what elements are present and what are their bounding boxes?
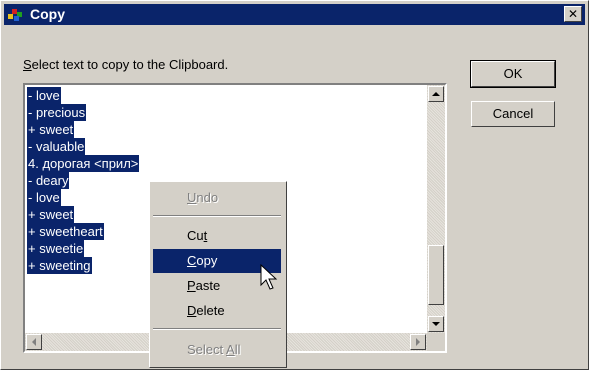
text-line[interactable]: + sweetheart: [27, 223, 104, 240]
arrow-left-icon: [32, 338, 36, 346]
app-icon: [8, 9, 22, 21]
instruction-text: elect text to copy to the Clipboard.: [31, 57, 229, 72]
scroll-thumb[interactable]: [428, 245, 444, 305]
arrow-right-icon: [416, 338, 420, 346]
vertical-scrollbar[interactable]: [427, 85, 445, 333]
menu-mnemonic: t: [203, 228, 208, 243]
instruction-mnemonic: S: [23, 57, 32, 72]
window-title: Copy: [30, 6, 65, 22]
instruction-label: Select text to copy to the Clipboard.: [23, 57, 228, 72]
text-line[interactable]: 4. дорогая <прил>: [27, 155, 140, 172]
text-line[interactable]: + sweetie: [27, 240, 85, 257]
text-line[interactable]: - deary: [27, 172, 70, 189]
ok-button[interactable]: OK: [470, 60, 556, 88]
text-line[interactable]: - love: [27, 87, 61, 104]
menu-label-post: aste: [195, 278, 221, 293]
menu-label-post: opy: [196, 253, 218, 268]
menu-label-post: ndo: [196, 190, 219, 205]
menu-separator: [153, 215, 281, 217]
scroll-left-button[interactable]: [26, 334, 42, 350]
menu-item-undo[interactable]: Undo: [153, 186, 281, 210]
menu-mnemonic: A: [226, 342, 235, 357]
copy-dialog: Copy ✕ Select text to copy to the Clipbo…: [0, 0, 589, 370]
text-line[interactable]: + sweet: [27, 206, 75, 223]
close-button[interactable]: ✕: [564, 6, 582, 22]
title-bar[interactable]: Copy ✕: [4, 4, 585, 25]
close-icon: ✕: [567, 7, 579, 21]
menu-mnemonic: D: [187, 303, 197, 318]
arrow-down-icon: [432, 322, 440, 326]
menu-label-pre: Cu: [187, 228, 204, 243]
text-line[interactable]: + sweeting: [27, 257, 92, 274]
text-line[interactable]: - precious: [27, 104, 87, 121]
menu-label-post: ll: [234, 342, 241, 357]
scroll-down-button[interactable]: [428, 316, 444, 332]
menu-item-cut[interactable]: Cut: [153, 224, 281, 248]
menu-item-select-all[interactable]: Select All: [153, 338, 281, 362]
scroll-up-button[interactable]: [428, 86, 444, 102]
text-line[interactable]: - love: [27, 189, 61, 206]
cancel-button[interactable]: Cancel: [471, 101, 555, 127]
scroll-corner: [427, 333, 445, 351]
scroll-right-button[interactable]: [410, 334, 426, 350]
menu-mnemonic: P: [187, 278, 196, 293]
menu-label-pre: Select: [187, 342, 227, 357]
mouse-cursor-icon: [260, 264, 278, 290]
menu-separator: [153, 328, 281, 330]
arrow-up-icon: [432, 92, 440, 96]
text-line[interactable]: + sweet: [27, 121, 75, 138]
text-line[interactable]: - valuable: [27, 138, 86, 155]
menu-item-delete[interactable]: Delete: [153, 299, 281, 323]
menu-mnemonic: C: [187, 253, 197, 268]
menu-mnemonic: U: [187, 190, 197, 205]
menu-label-post: elete: [196, 303, 225, 318]
